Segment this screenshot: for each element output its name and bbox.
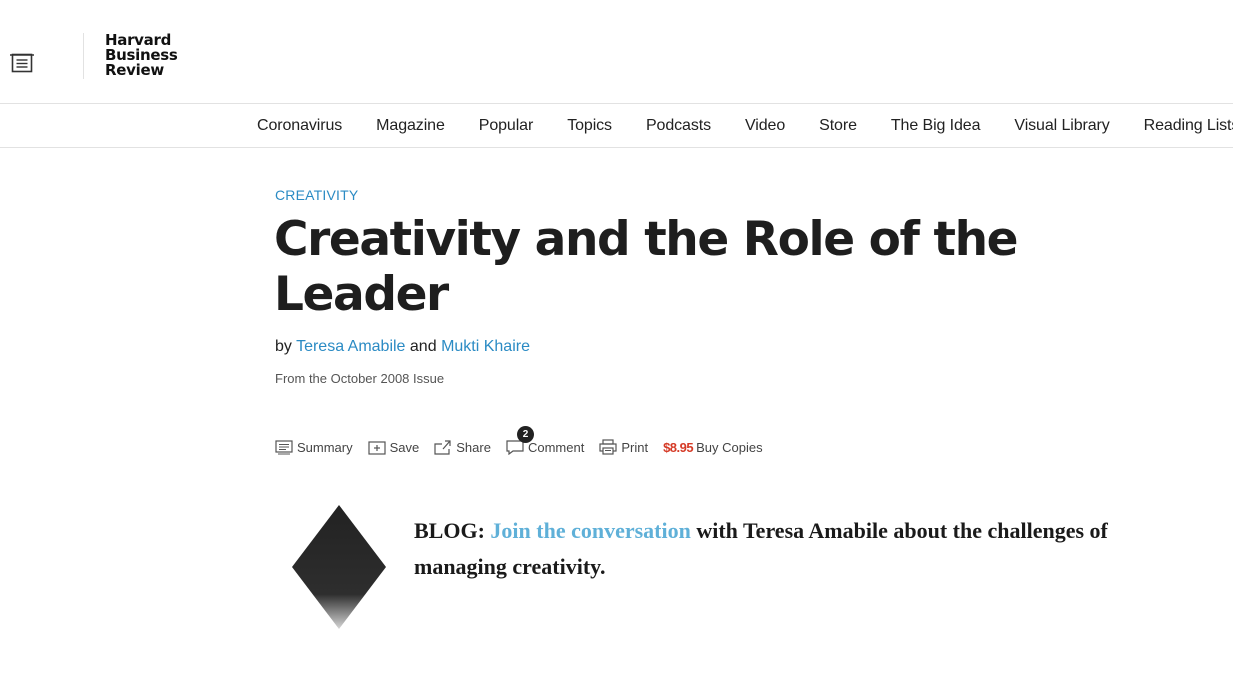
- print-icon: [599, 439, 617, 455]
- buy-copies-label: Buy Copies: [696, 439, 763, 455]
- author-link-khaire[interactable]: Mukti Khaire: [441, 338, 530, 355]
- nav-item-video[interactable]: Video: [745, 117, 785, 135]
- save-button[interactable]: Save: [368, 439, 420, 455]
- comment-label: Comment: [527, 439, 585, 455]
- diamond-icon: [292, 505, 386, 629]
- share-label: Share: [456, 439, 491, 455]
- byline: by Teresa Amabile and Mukti Khaire: [275, 338, 530, 356]
- print-label: Print: [621, 439, 649, 455]
- nav-item-store[interactable]: Store: [819, 117, 857, 135]
- nav-item-the-big-idea[interactable]: The Big Idea: [891, 117, 981, 135]
- nav-item-popular[interactable]: Popular: [479, 117, 534, 135]
- share-button[interactable]: Share: [434, 440, 491, 455]
- hbr-logo[interactable]: Harvard Business Review: [105, 33, 178, 78]
- main-nav: Coronavirus Magazine Popular Topics Podc…: [0, 104, 1233, 148]
- nav-item-topics[interactable]: Topics: [567, 117, 612, 135]
- comment-button[interactable]: 2 Comment: [506, 425, 585, 455]
- nav-item-podcasts[interactable]: Podcasts: [646, 117, 711, 135]
- author-link-amabile[interactable]: Teresa Amabile: [296, 338, 405, 355]
- topic-link[interactable]: CREATIVITY: [275, 187, 358, 203]
- summary-button[interactable]: Summary: [275, 440, 353, 455]
- menu-icon[interactable]: [10, 52, 34, 74]
- price-label: $8.95: [663, 439, 694, 455]
- byline-prefix: by: [275, 338, 292, 355]
- site-header: Harvard Business Review: [0, 0, 1233, 104]
- nav-item-visual-library[interactable]: Visual Library: [1014, 117, 1109, 135]
- nav-item-coronavirus[interactable]: Coronavirus: [257, 117, 342, 135]
- issue-info: From the October 2008 Issue: [275, 371, 445, 386]
- comment-count-badge: 2: [516, 425, 534, 443]
- blog-callout: BLOG: Join the conversation with Teresa …: [414, 513, 1164, 585]
- nav-list: Coronavirus Magazine Popular Topics Podc…: [257, 104, 1233, 147]
- callout-lead: BLOG:: [414, 518, 485, 543]
- article-toolbar: Summary Save Share 2 Comment Print $8.95…: [275, 425, 778, 457]
- nav-item-magazine[interactable]: Magazine: [376, 117, 445, 135]
- summary-label: Summary: [297, 439, 353, 455]
- share-icon: [434, 439, 451, 455]
- save-label: Save: [389, 439, 420, 455]
- header-divider: [83, 33, 84, 79]
- join-conversation-link[interactable]: Join the conversation: [490, 518, 690, 543]
- summary-icon: [275, 439, 293, 454]
- byline-joiner: and: [409, 338, 437, 355]
- save-icon: [368, 440, 386, 455]
- article-title: Creativity and the Role of the Leader: [274, 212, 1019, 322]
- print-button[interactable]: Print: [599, 439, 648, 455]
- logo-line: Review: [105, 61, 164, 79]
- buy-copies-button[interactable]: $8.95 Buy Copies: [663, 440, 763, 455]
- nav-item-reading-lists[interactable]: Reading Lists: [1144, 117, 1233, 135]
